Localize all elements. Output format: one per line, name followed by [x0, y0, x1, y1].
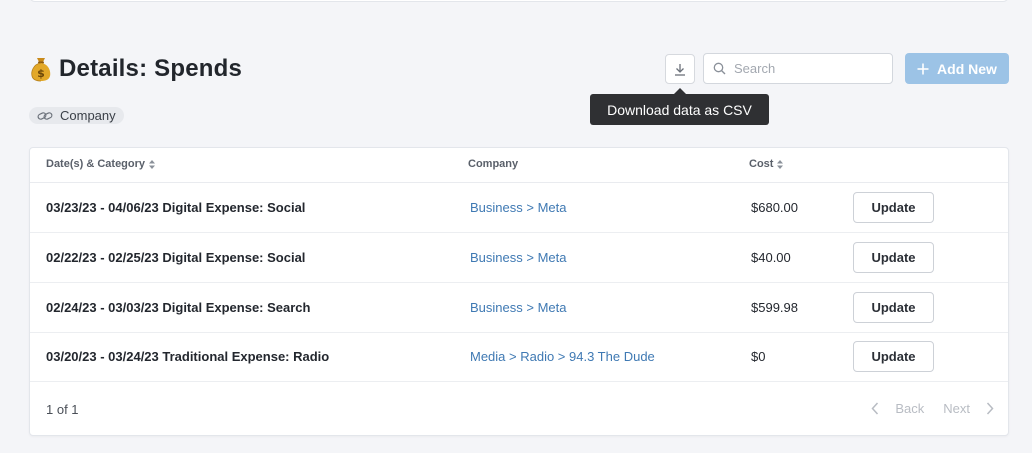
previous-section-card — [29, 0, 1009, 2]
table-row: 03/23/23 - 04/06/23 Digital Expense: Soc… — [30, 183, 1008, 233]
back-button[interactable]: Back — [895, 401, 924, 416]
column-label: Cost — [749, 158, 774, 170]
spends-table: Date(s) & Category Company Cost 03/23/23… — [29, 147, 1009, 436]
cost-cell: $40.00 — [751, 250, 791, 265]
chevron-left-icon[interactable] — [871, 402, 879, 415]
column-label: Company — [468, 158, 519, 170]
table-row: 02/24/23 - 03/03/23 Digital Expense: Sea… — [30, 283, 1008, 333]
table-header: Date(s) & Category Company Cost — [30, 148, 1008, 183]
download-csv-button[interactable] — [665, 54, 695, 84]
update-button[interactable]: Update — [853, 242, 934, 273]
page-title: Details: Spends — [59, 55, 243, 82]
add-new-label: Add New — [937, 60, 997, 77]
date-category-cell: 03/23/23 - 04/06/23 Digital Expense: Soc… — [46, 200, 306, 215]
update-button[interactable]: Update — [853, 292, 934, 323]
sort-icon — [149, 159, 156, 169]
download-tooltip: Download data as CSV — [590, 94, 769, 125]
sort-icon — [777, 159, 784, 169]
date-category-cell: 02/24/23 - 03/03/23 Digital Expense: Sea… — [46, 300, 311, 315]
link-icon — [37, 111, 53, 121]
money-bag-icon: $ — [29, 56, 53, 82]
table-row: 02/22/23 - 02/25/23 Digital Expense: Soc… — [30, 233, 1008, 283]
page-count: 1 of 1 — [46, 402, 79, 417]
svg-text:$: $ — [37, 67, 45, 80]
table-footer: 1 of 1 Back Next — [30, 383, 1008, 435]
update-button[interactable]: Update — [853, 341, 934, 372]
company-link[interactable]: Business > Meta — [470, 233, 566, 282]
date-category-cell: 03/20/23 - 03/24/23 Traditional Expense:… — [46, 349, 330, 364]
company-link[interactable]: Business > Meta — [470, 183, 566, 232]
date-category-cell: 02/22/23 - 02/25/23 Digital Expense: Soc… — [46, 250, 306, 265]
search-field[interactable] — [703, 53, 893, 84]
column-header-date-category[interactable]: Date(s) & Category — [46, 158, 156, 170]
pagination: Back Next — [871, 401, 994, 416]
add-new-button[interactable]: Add New — [905, 53, 1009, 84]
tag-label: Company — [60, 108, 116, 123]
company-link[interactable]: Business > Meta — [470, 283, 566, 332]
table-row: 03/20/23 - 03/24/23 Traditional Expense:… — [30, 332, 1008, 382]
update-button[interactable]: Update — [853, 192, 934, 223]
cost-cell: $599.98 — [751, 300, 798, 315]
cost-cell: $680.00 — [751, 200, 798, 215]
search-icon — [713, 62, 726, 75]
company-link[interactable]: Media > Radio > 94.3 The Dude — [470, 332, 655, 381]
column-header-cost[interactable]: Cost — [749, 158, 784, 170]
page-header: $ Details: Spends — [29, 52, 242, 86]
column-header-company: Company — [468, 158, 518, 170]
cost-cell: $0 — [751, 349, 766, 364]
company-tag[interactable]: Company — [29, 107, 124, 124]
chevron-right-icon[interactable] — [986, 402, 994, 415]
next-button[interactable]: Next — [943, 401, 970, 416]
plus-icon — [917, 63, 929, 75]
search-input[interactable] — [734, 61, 874, 76]
column-label: Date(s) & Category — [46, 158, 146, 170]
download-icon — [674, 63, 686, 76]
